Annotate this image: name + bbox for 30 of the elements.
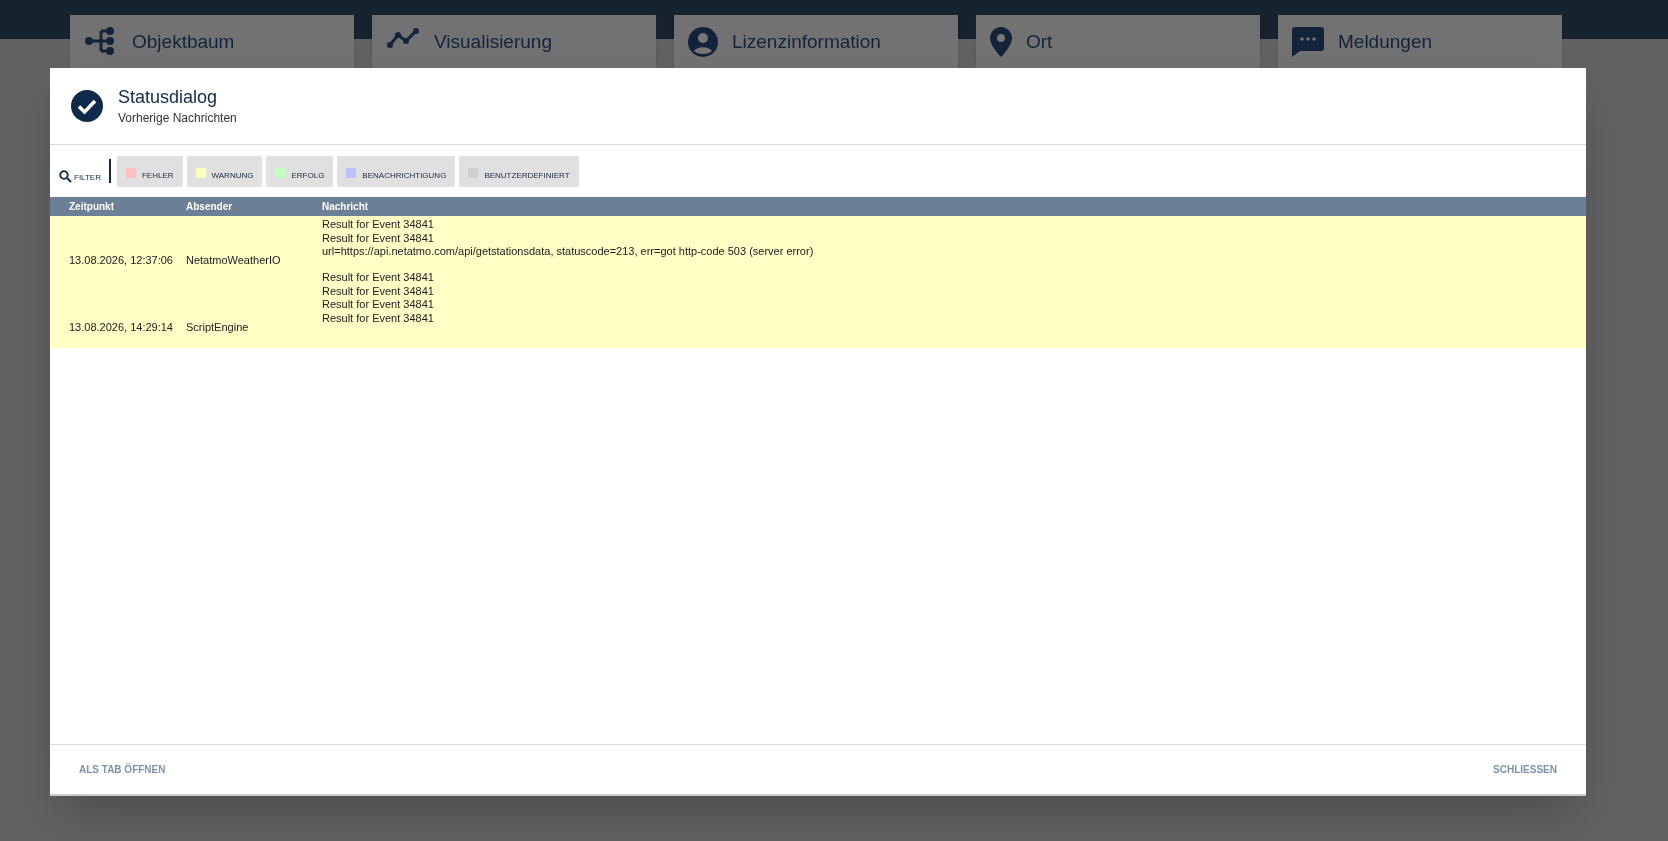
filter-chip[interactable]: BENUTZERDEFINIERT <box>459 155 579 187</box>
table-cell: Result for Event 34841 <box>322 298 434 310</box>
table-cell: Result for Event 34841 <box>322 218 434 230</box>
account-icon <box>688 27 718 57</box>
filter-chip[interactable]: WARNUNG <box>186 155 263 187</box>
table-cell: 13.08.2026, 14:29:14 <box>69 320 173 333</box>
dialog-title: Statusdialog <box>118 86 219 109</box>
filter-chip[interactable]: ERFOLG <box>266 155 334 187</box>
column-header: Absender <box>186 200 234 214</box>
search-icon <box>59 170 72 183</box>
table-cell: NetatmoWeatherIO <box>186 254 281 266</box>
line-chart-icon <box>386 27 420 49</box>
checkmark-icon <box>71 90 103 122</box>
dialog-subtitle: Vorherige Nachrichten <box>118 110 237 127</box>
filter-chip[interactable]: FEHLER <box>116 155 183 187</box>
table-cell: Result for Event 34841 <box>322 284 434 297</box>
map-pin-icon <box>990 27 1012 57</box>
column-header: Nachricht <box>322 200 369 214</box>
filter-label: FILTER <box>74 173 101 183</box>
filter-chip[interactable]: BENACHRICHTIGUNG <box>337 155 456 187</box>
table-cell: ScriptEngine <box>186 320 249 333</box>
table-cell: Result for Event 34841 <box>322 311 434 324</box>
column-header: Zeitpunkt <box>68 200 115 214</box>
table-cell: Result for Event 34841 <box>322 271 434 283</box>
table-cell: 13.08.2026, 12:37:06 <box>69 254 173 266</box>
open-as-tab-button[interactable]: ALS TAB ÖFFNEN <box>70 756 175 783</box>
chat-icon <box>1292 27 1324 57</box>
close-button[interactable]: SCHLIESSEN <box>1484 756 1566 783</box>
table-cell: url=https://api.netatmo.com/api/getstationsdata, statuscode=213, err=got http-code 503 (server error) <box>322 245 814 257</box>
table-cell: Result for Event 34841 <box>322 231 434 244</box>
